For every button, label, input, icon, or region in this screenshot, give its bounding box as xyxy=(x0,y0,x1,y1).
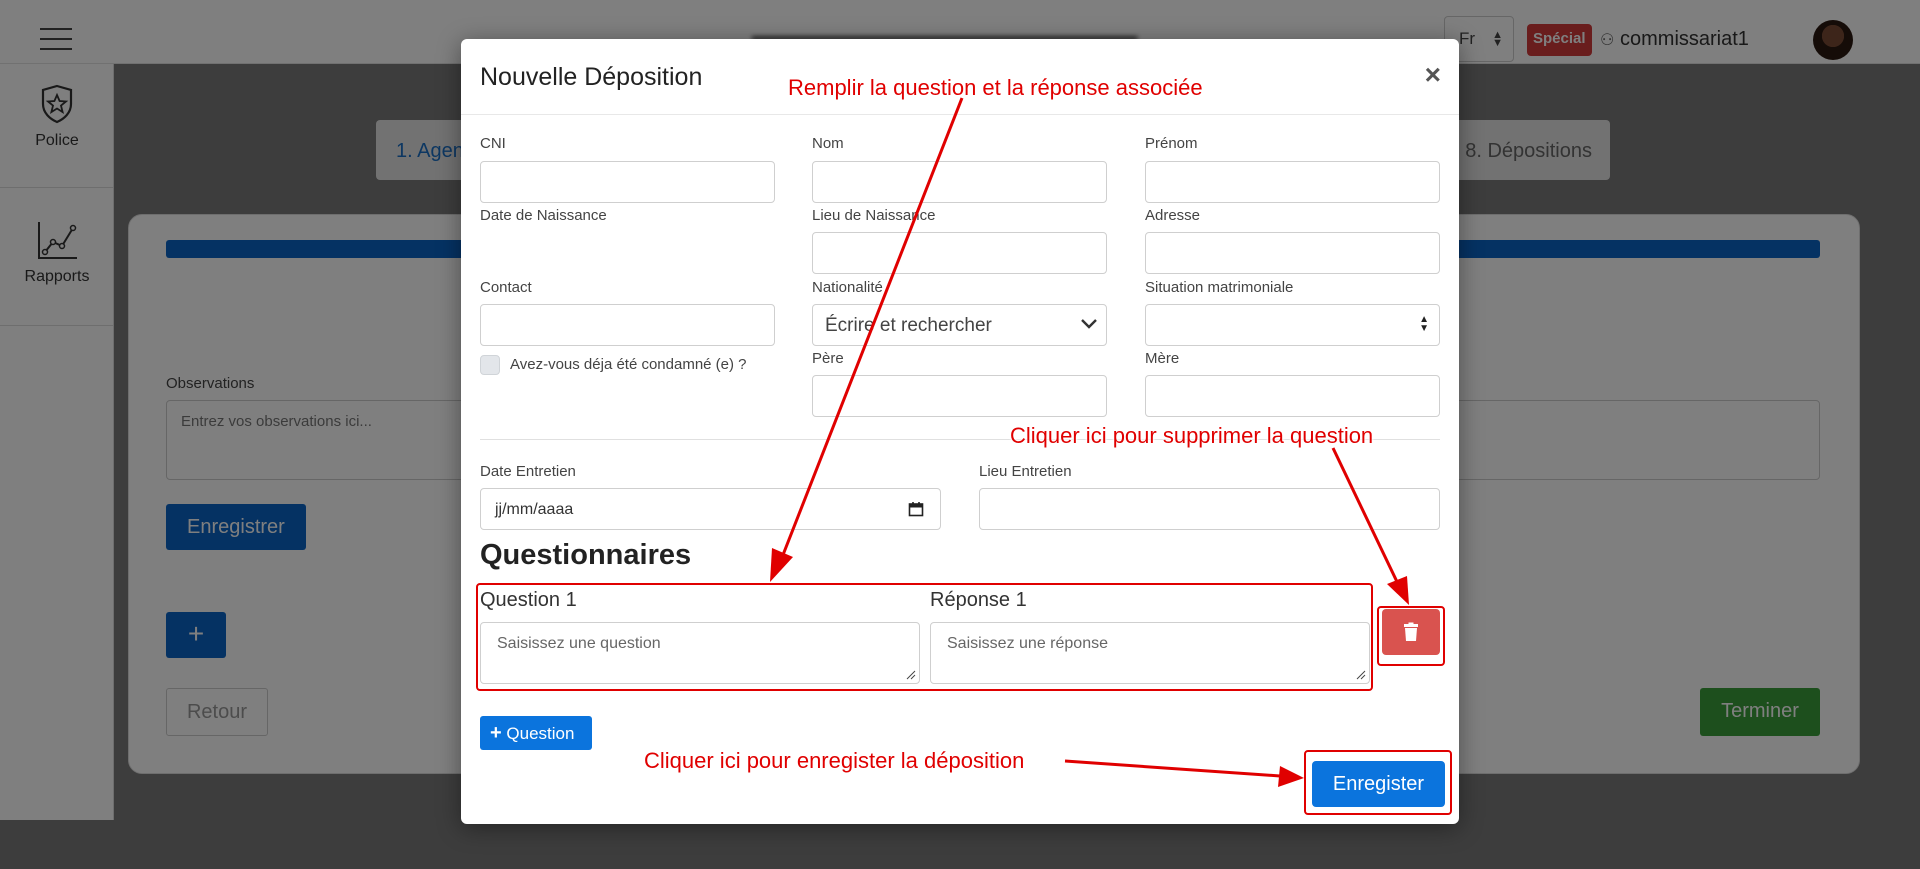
cni-input[interactable] xyxy=(480,161,775,203)
questionnaires-heading: Questionnaires xyxy=(480,539,692,571)
date-naissance-label: Date de Naissance xyxy=(480,207,607,224)
prenom-input[interactable] xyxy=(1145,161,1440,203)
chevron-down-icon xyxy=(1081,319,1097,329)
nom-input[interactable] xyxy=(812,161,1107,203)
nationalite-label: Nationalité xyxy=(812,279,883,296)
contact-label: Contact xyxy=(480,279,532,296)
annotation-fill-question: Remplir la question et la réponse associ… xyxy=(788,75,1203,100)
nationalite-placeholder: Écrire et rechercher xyxy=(825,315,992,336)
prenom-label: Prénom xyxy=(1145,135,1198,152)
select-caret-icon: ▲▼ xyxy=(1419,314,1429,334)
add-question-button[interactable]: + Question xyxy=(480,716,592,750)
lieu-naissance-input[interactable] xyxy=(812,232,1107,274)
date-entretien-input[interactable]: jj/mm/aaaa xyxy=(480,488,941,530)
situation-label: Situation matrimoniale xyxy=(1145,279,1294,296)
adresse-input[interactable] xyxy=(1145,232,1440,274)
lieu-entretien-input[interactable] xyxy=(979,488,1440,530)
close-icon[interactable]: × xyxy=(1425,61,1441,89)
annotation-delete-box xyxy=(1377,606,1445,666)
nationalite-select[interactable]: Écrire et rechercher xyxy=(812,304,1107,346)
nom-label: Nom xyxy=(812,135,844,152)
add-question-label: Question xyxy=(506,724,575,743)
lieu-naissance-label: Lieu de Naissance xyxy=(812,207,936,224)
adresse-label: Adresse xyxy=(1145,207,1201,224)
mere-input[interactable] xyxy=(1145,375,1440,417)
modal-title: Nouvelle Déposition xyxy=(480,63,703,91)
cni-label: CNI xyxy=(480,135,506,152)
annotation-question-box xyxy=(476,583,1373,691)
pere-label: Père xyxy=(812,350,844,367)
date-entretien-value: jj/mm/aaaa xyxy=(495,501,574,518)
contact-input[interactable] xyxy=(480,304,775,346)
pere-input[interactable] xyxy=(812,375,1107,417)
annotation-delete-question: Cliquer ici pour supprimer la question xyxy=(1010,423,1374,448)
situation-select[interactable]: ▲ ▼ xyxy=(1145,304,1440,346)
condamne-checkbox[interactable] xyxy=(480,355,500,375)
annotation-save-box xyxy=(1304,750,1452,815)
mere-label: Mère xyxy=(1145,350,1180,367)
date-entretien-label: Date Entretien xyxy=(480,463,576,480)
calendar-icon[interactable] xyxy=(908,501,924,517)
condamne-label: Avez-vous déja été condamné (e) ? xyxy=(510,356,747,373)
plus-icon: + xyxy=(490,722,502,744)
annotation-save-deposition: Cliquer ici pour enregister la dépositio… xyxy=(644,748,1025,773)
lieu-entretien-label: Lieu Entretien xyxy=(979,463,1072,480)
